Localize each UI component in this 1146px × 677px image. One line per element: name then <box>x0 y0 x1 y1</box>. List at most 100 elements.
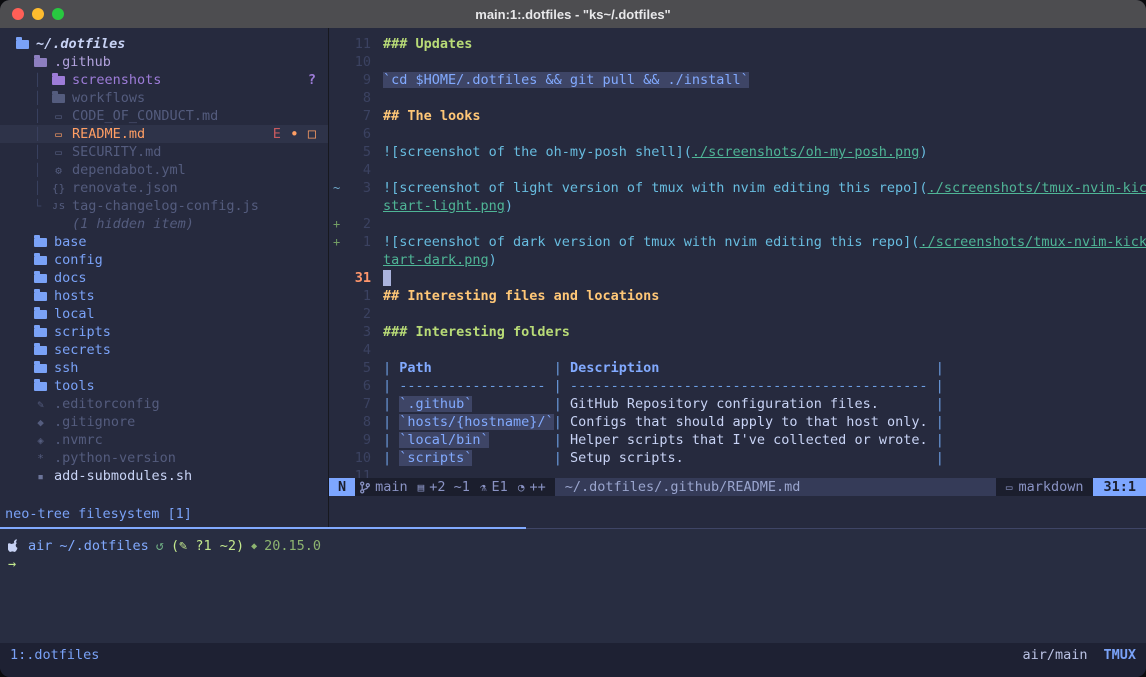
editor-line[interactable]: 8 <box>329 89 1146 107</box>
tree-item-workflows[interactable]: │workflows <box>0 89 328 107</box>
editor-line[interactable]: 10| `scripts` | Setup scripts. | <box>329 449 1146 467</box>
gutter-sign <box>329 451 347 465</box>
line-number: 4 <box>347 162 371 178</box>
tree-guide: │ <box>34 163 52 177</box>
shell-pane[interactable]: air ~/.dotfiles ↺ (✎ ?1 ~2) ◆ 20.15.0 → <box>0 529 1146 643</box>
editor-line[interactable]: 4 <box>329 161 1146 179</box>
tree-item-label: docs <box>54 270 87 286</box>
js-icon: ᴊs <box>52 199 65 213</box>
editor-line[interactable]: 3### Interesting folders <box>329 323 1146 341</box>
gutter-sign <box>329 199 347 213</box>
file-tree: ~/.dotfiles.github│screenshots?│workflow… <box>0 35 328 485</box>
editor-line[interactable]: 11 <box>329 467 1146 478</box>
editor-line[interactable]: 6 <box>329 125 1146 143</box>
editor-line[interactable]: +1![screenshot of dark version of tmux w… <box>329 233 1146 251</box>
folder-icon <box>34 382 47 391</box>
diamond-icon: ◆ <box>34 416 47 429</box>
tree-item-label: .editorconfig <box>54 396 160 412</box>
tree-item-label: renovate.json <box>72 180 178 196</box>
line-number: 11 <box>347 468 371 478</box>
editor-line[interactable]: 4 <box>329 341 1146 359</box>
tree-item-config[interactable]: config <box>0 251 328 269</box>
tree-item-.editorconfig[interactable]: ✎.editorconfig <box>0 395 328 413</box>
tree-item-renovate.json[interactable]: │{}renovate.json <box>0 179 328 197</box>
tree-item-dependabot.yml[interactable]: │⚙dependabot.yml <box>0 161 328 179</box>
terminal-window: main:1:.dotfiles - "ks~/.dotfiles" ~/.do… <box>0 0 1146 677</box>
line-number: 10 <box>347 54 371 70</box>
editor-line[interactable]: 1## Interesting files and locations <box>329 287 1146 305</box>
tree-item-label: SECURITY.md <box>72 144 161 160</box>
editor-line[interactable]: 9`cd $HOME/.dotfiles && git pull && ./in… <box>329 71 1146 89</box>
tree-item-ssh[interactable]: ssh <box>0 359 328 377</box>
editor-line[interactable]: 7| `.github` | GitHub Repository configu… <box>329 395 1146 413</box>
editor-line[interactable]: 10 <box>329 53 1146 71</box>
node-icon: ◆ <box>251 541 257 552</box>
tree-item-label: README.md <box>72 126 145 142</box>
line-number: 7 <box>347 396 371 412</box>
editor-line[interactable]: start-light.png) <box>329 197 1146 215</box>
tree-item-readme.md[interactable]: │▭README.mdE•□ <box>0 125 328 143</box>
tree-item-tag-changelog-config.js[interactable]: └ᴊstag-changelog-config.js <box>0 197 328 215</box>
minimize-button[interactable] <box>32 8 44 20</box>
tree-item-local[interactable]: local <box>0 305 328 323</box>
tmux-session-label: air/main <box>1022 647 1087 663</box>
editor-line[interactable]: 5![screenshot of the oh-my-posh shell](.… <box>329 143 1146 161</box>
gutter-sign <box>329 361 347 375</box>
tree-item--.dotfiles[interactable]: ~/.dotfiles <box>0 35 328 53</box>
editor-line[interactable]: 7## The looks <box>329 107 1146 125</box>
line-number: 3 <box>347 180 371 196</box>
tree-item-label: ssh <box>54 360 78 376</box>
tree-item-security.md[interactable]: │▭SECURITY.md <box>0 143 328 161</box>
tree-item--1-hidden-item-[interactable]: (1 hidden item) <box>0 215 328 233</box>
tree-item-screenshots[interactable]: │screenshots? <box>0 71 328 89</box>
folder-icon <box>34 58 47 67</box>
folder-icon <box>34 346 47 355</box>
tree-item-label: workflows <box>72 90 145 106</box>
editor-line[interactable]: 6| ------------------ | ----------------… <box>329 377 1146 395</box>
hex-icon: ◈ <box>34 434 47 447</box>
tree-item-secrets[interactable]: secrets <box>0 341 328 359</box>
gutter-sign <box>329 253 347 267</box>
editor-line[interactable]: 8| `hosts/{hostname}/`| Configs that sho… <box>329 413 1146 431</box>
file-path: ~/.dotfiles/.github/README.md <box>555 478 996 496</box>
editor-line[interactable]: ~3![screenshot of light version of tmux … <box>329 179 1146 197</box>
diagnostics-count: E1 <box>492 479 508 495</box>
gutter-sign <box>329 343 347 357</box>
editor-line[interactable]: 11### Updates <box>329 35 1146 53</box>
folder-icon <box>34 274 47 283</box>
folder-icon <box>34 310 47 319</box>
editor-buffer[interactable]: 11### Updates 10 9`cd $HOME/.dotfiles &&… <box>329 28 1146 478</box>
gear-icon: ⚙ <box>52 164 65 177</box>
gutter-sign <box>329 91 347 105</box>
editor-line[interactable]: 5| Path | Description | <box>329 359 1146 377</box>
editor-line[interactable]: +2 <box>329 215 1146 233</box>
close-button[interactable] <box>12 8 24 20</box>
tree-item-.gitignore[interactable]: ◆.gitignore <box>0 413 328 431</box>
editor-line[interactable]: 9| `local/bin` | Helper scripts that I'v… <box>329 431 1146 449</box>
prompt-cwd: ~/.dotfiles <box>59 538 148 554</box>
fullscreen-button[interactable] <box>52 8 64 20</box>
tree-item-base[interactable]: base <box>0 233 328 251</box>
tree-item-hosts[interactable]: hosts <box>0 287 328 305</box>
tree-item-scripts[interactable]: scripts <box>0 323 328 341</box>
editor-line[interactable]: tart-dark.png) <box>329 251 1146 269</box>
line-number: 8 <box>347 90 371 106</box>
tree-item-.python-version[interactable]: *.python-version <box>0 449 328 467</box>
tree-item-code-of-conduct.md[interactable]: │▭CODE_OF_CONDUCT.md <box>0 107 328 125</box>
tree-item-docs[interactable]: docs <box>0 269 328 287</box>
line-text: tart-dark.png) <box>383 252 497 268</box>
tmux-window-item[interactable]: 1:.dotfiles <box>10 647 99 663</box>
prompt-char: → <box>8 556 16 572</box>
line-number: 9 <box>347 72 371 88</box>
diagnostics-icon: ⚗ <box>480 481 487 494</box>
gutter-sign <box>329 307 347 321</box>
tree-item-.nvmrc[interactable]: ◈.nvmrc <box>0 431 328 449</box>
editor-line[interactable]: 31 <box>329 269 1146 287</box>
tree-item-add-submodules.sh[interactable]: ▪add-submodules.sh <box>0 467 328 485</box>
nvim-cmdline[interactable] <box>329 496 1146 527</box>
editor-line[interactable]: 2 <box>329 305 1146 323</box>
tree-item-tools[interactable]: tools <box>0 377 328 395</box>
gutter-sign <box>329 37 347 51</box>
tree-item-label: .github <box>54 54 111 70</box>
tree-item-.github[interactable]: .github <box>0 53 328 71</box>
